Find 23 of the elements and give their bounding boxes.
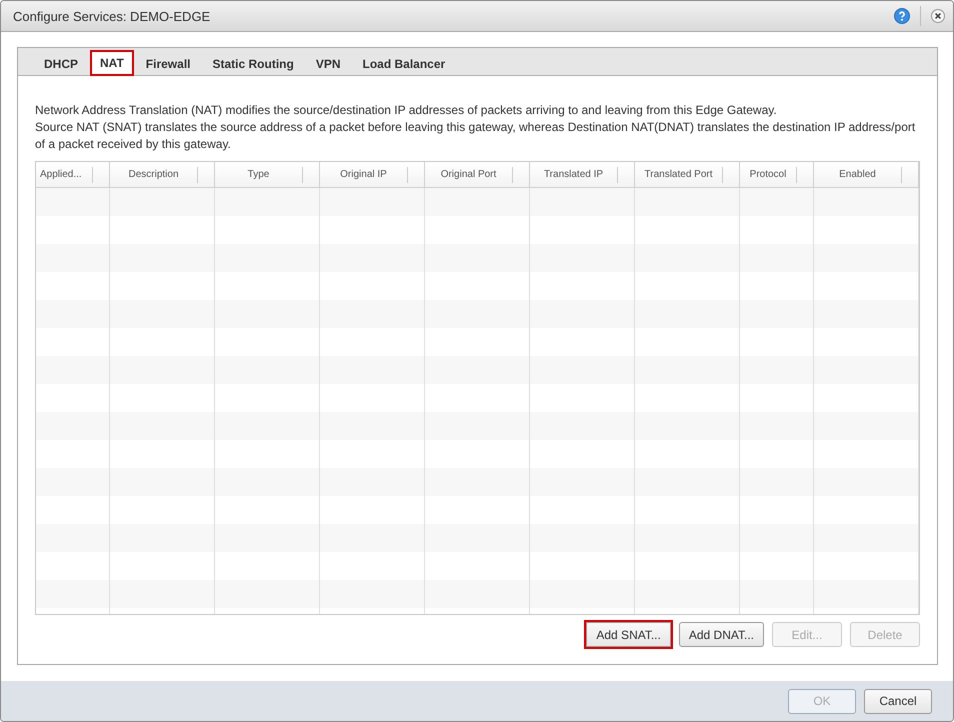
- description-text: Source NAT (SNAT) translates the source address of a packet before leaving this gateway, whereas Destination NAT(DNAT) translates the destination IP address/port of a packet received by this gateway.: [35, 119, 916, 153]
- window-title: Configure Services: DEMO-EDGE: [13, 8, 212, 24]
- action-button[interactable]: Add SNAT...: [586, 622, 671, 647]
- tab[interactable]: Firewall: [136, 51, 200, 75]
- close-icon[interactable]: [931, 9, 945, 23]
- column-header[interactable]: Original Port: [425, 169, 512, 180]
- column-header[interactable]: Translated Port: [635, 169, 722, 180]
- tab[interactable]: VPN: [306, 51, 350, 75]
- column-header[interactable]: Type: [215, 169, 302, 180]
- column-header[interactable]: Translated IP: [530, 169, 617, 180]
- tab[interactable]: Load Balancer: [352, 51, 456, 75]
- tab[interactable]: DHCP: [34, 51, 88, 75]
- tab[interactable]: NAT: [90, 50, 134, 76]
- column-header[interactable]: Applied...: [36, 169, 92, 180]
- action-button[interactable]: Add DNAT...: [678, 622, 764, 647]
- column-header[interactable]: Protocol: [740, 169, 796, 180]
- help-icon[interactable]: [894, 8, 910, 24]
- dialog-button[interactable]: Cancel: [864, 688, 932, 714]
- column-header[interactable]: Enabled: [814, 169, 901, 180]
- column-header[interactable]: Description: [110, 169, 197, 180]
- column-header[interactable]: Original IP: [320, 169, 407, 180]
- description-text: Network Address Translation (NAT) modifies the source/destination IP addresses of packets arriving to and leaving from this Edge Gateway.: [35, 102, 778, 119]
- tab[interactable]: Static Routing: [202, 51, 304, 75]
